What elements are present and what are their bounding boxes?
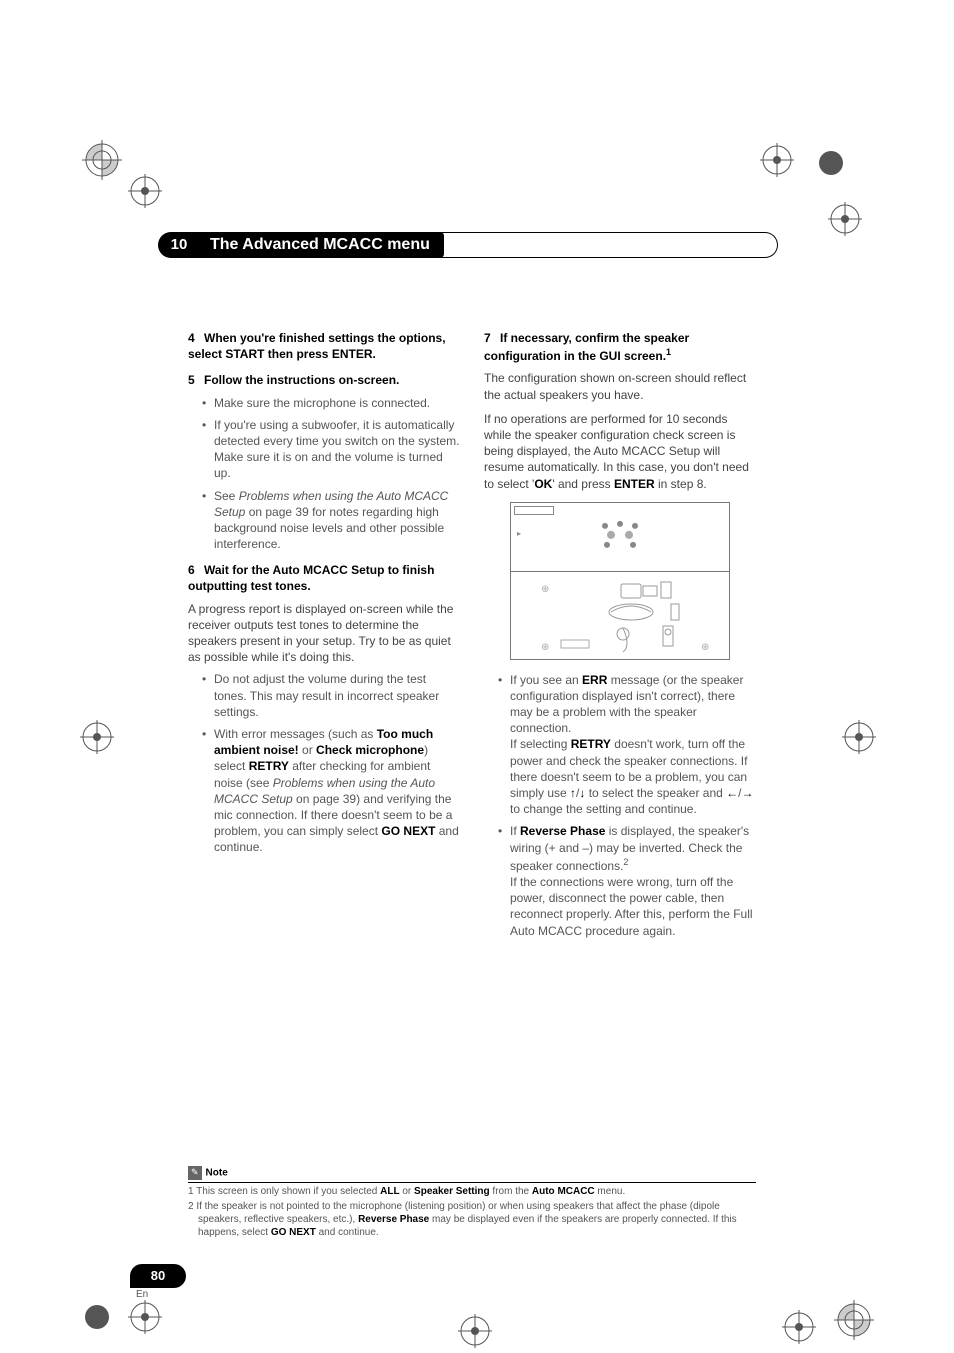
- t-bold: ERR: [582, 673, 607, 687]
- gui-bottom-panel: ⊕ ⊕ ⊕: [510, 572, 730, 660]
- crossmark-t2: [760, 143, 794, 177]
- note-pencil-icon: ✎: [188, 1166, 202, 1180]
- step-7-bullet-2: If Reverse Phase is displayed, the speak…: [498, 823, 756, 938]
- t-bold: Speaker Setting: [414, 1186, 490, 1197]
- step-7-sup: 1: [666, 347, 671, 357]
- t-bold: GO NEXT: [271, 1227, 316, 1238]
- svg-text:⊕: ⊕: [541, 642, 549, 653]
- step-7-p2: If no operations are performed for 10 se…: [484, 411, 756, 492]
- t-bold: Reverse Phase: [520, 824, 605, 838]
- t-bold: Auto MCACC: [532, 1186, 595, 1197]
- svg-text:⊕: ⊕: [541, 584, 549, 595]
- t: If: [510, 824, 520, 838]
- room-illustration-icon: ⊕ ⊕ ⊕: [511, 572, 731, 660]
- step-6-heading: 6Wait for the Auto MCACC Setup to finish…: [188, 562, 460, 594]
- chapter-header: 10 The Advanced MCACC menu: [158, 232, 778, 258]
- gui-arrow-hint: ▸: [517, 529, 521, 540]
- step-6-num: 6: [188, 562, 204, 578]
- t: and continue.: [316, 1227, 379, 1238]
- t: or: [299, 743, 316, 757]
- step-5-bullet-1: Make sure the microphone is connected.: [202, 395, 460, 411]
- crossmark-b4: [782, 1310, 816, 1344]
- step-4-title: When you're finished settings the option…: [188, 331, 446, 361]
- left-arrow-icon: ←: [726, 786, 738, 800]
- t: to change the setting and continue.: [510, 802, 697, 816]
- step-7-title: If necessary, confirm the speaker config…: [484, 331, 689, 363]
- t-bold: OK: [534, 477, 552, 491]
- step-5-num: 5: [188, 372, 204, 388]
- t-bold: Reverse Phase: [358, 1214, 429, 1225]
- step-7-bullets: If you see an ERR message (or the speake…: [484, 672, 756, 939]
- speaker-layout-icon: [597, 520, 643, 554]
- t-bold: ALL: [380, 1186, 399, 1197]
- crossmark-b2: [128, 1300, 162, 1334]
- t-bold: Check microphone: [316, 743, 424, 757]
- t: to select the speaker and: [585, 786, 726, 800]
- step-6-paragraph: A progress report is displayed on-screen…: [188, 601, 460, 666]
- gui-screen-diagram: ▸ ⊕ ⊕ ⊕: [510, 502, 730, 660]
- step-5-bullet-2: If you're using a subwoofer, it is autom…: [202, 417, 460, 482]
- step-5-bullets: Make sure the microphone is connected. I…: [188, 395, 460, 553]
- page: 10 The Advanced MCACC menu 4When you're …: [0, 0, 954, 1351]
- t: If you see an: [510, 673, 582, 687]
- note-label: Note: [206, 1167, 228, 1178]
- t-bold: RETRY: [571, 737, 611, 751]
- t: With error messages (such as: [214, 727, 377, 741]
- note-2: 2 If the speaker is not pointed to the m…: [188, 1200, 756, 1239]
- t: If selecting: [510, 737, 571, 751]
- t: or: [400, 1186, 414, 1197]
- page-language: En: [136, 1289, 148, 1300]
- note-rule: [188, 1182, 756, 1183]
- t-bold: GO NEXT: [381, 824, 435, 838]
- note-section: ✎ Note 1 This screen is only shown if you…: [188, 1166, 756, 1239]
- step-6-bullet-2: With error messages (such as Too much am…: [202, 726, 460, 856]
- t: from the: [490, 1186, 532, 1197]
- step-7-p1: The configuration shown on-screen should…: [484, 370, 756, 402]
- t: in step 8.: [655, 477, 707, 491]
- t: If the connections were wrong, turn off …: [510, 875, 753, 938]
- crossmark-b3: [458, 1314, 492, 1348]
- step-5-heading: 5Follow the instructions on-screen.: [188, 372, 460, 388]
- t: 1 This screen is only shown if you selec…: [188, 1186, 380, 1197]
- step-6-bullets: Do not adjust the volume during the test…: [188, 671, 460, 855]
- step-7-bullet-1: If you see an ERR message (or the speake…: [498, 672, 756, 818]
- crossmark-b1: [80, 1300, 114, 1334]
- step-7-num: 7: [484, 330, 500, 346]
- step-5-title: Follow the instructions on-screen.: [204, 373, 399, 387]
- crossmark-ml: [80, 720, 114, 754]
- step-6-bullet-1: Do not adjust the volume during the test…: [202, 671, 460, 720]
- content-columns: 4When you're finished settings the optio…: [188, 330, 756, 949]
- t-bold: RETRY: [249, 759, 289, 773]
- left-column: 4When you're finished settings the optio…: [188, 330, 460, 949]
- note-1: 1 This screen is only shown if you selec…: [188, 1185, 756, 1198]
- page-number-badge: 80: [130, 1264, 186, 1288]
- t-bold: ENTER: [614, 477, 655, 491]
- right-arrow-icon: →: [741, 786, 753, 800]
- crossmark-t1: [128, 174, 162, 208]
- t: See: [214, 489, 239, 503]
- step-4-heading: 4When you're finished settings the optio…: [188, 330, 460, 362]
- svg-text:⊕: ⊕: [701, 642, 709, 653]
- step-7-heading: 7If necessary, confirm the speaker confi…: [484, 330, 756, 364]
- chapter-title: The Advanced MCACC menu: [200, 232, 444, 258]
- gui-top-panel: ▸: [510, 502, 730, 572]
- chapter-number-badge: 10: [158, 232, 200, 258]
- t-sup: 2: [623, 857, 628, 867]
- right-column: 7If necessary, confirm the speaker confi…: [484, 330, 756, 949]
- step-6-title: Wait for the Auto MCACC Setup to finish …: [188, 563, 434, 593]
- crossmark-mr: [842, 720, 876, 754]
- t: on page 39 for notes regarding high back…: [214, 505, 444, 551]
- t: menu.: [595, 1186, 626, 1197]
- regmark-br: [834, 1300, 874, 1340]
- crossmark-t3: [828, 202, 862, 236]
- step-4-num: 4: [188, 330, 204, 346]
- t: ' and press: [552, 477, 614, 491]
- regmark-tl: [82, 140, 122, 180]
- gui-tab: [514, 506, 554, 515]
- crossmark-t4: [814, 146, 848, 180]
- note-heading-row: ✎ Note: [188, 1166, 756, 1180]
- step-5-bullet-3: See Problems when using the Auto MCACC S…: [202, 488, 460, 553]
